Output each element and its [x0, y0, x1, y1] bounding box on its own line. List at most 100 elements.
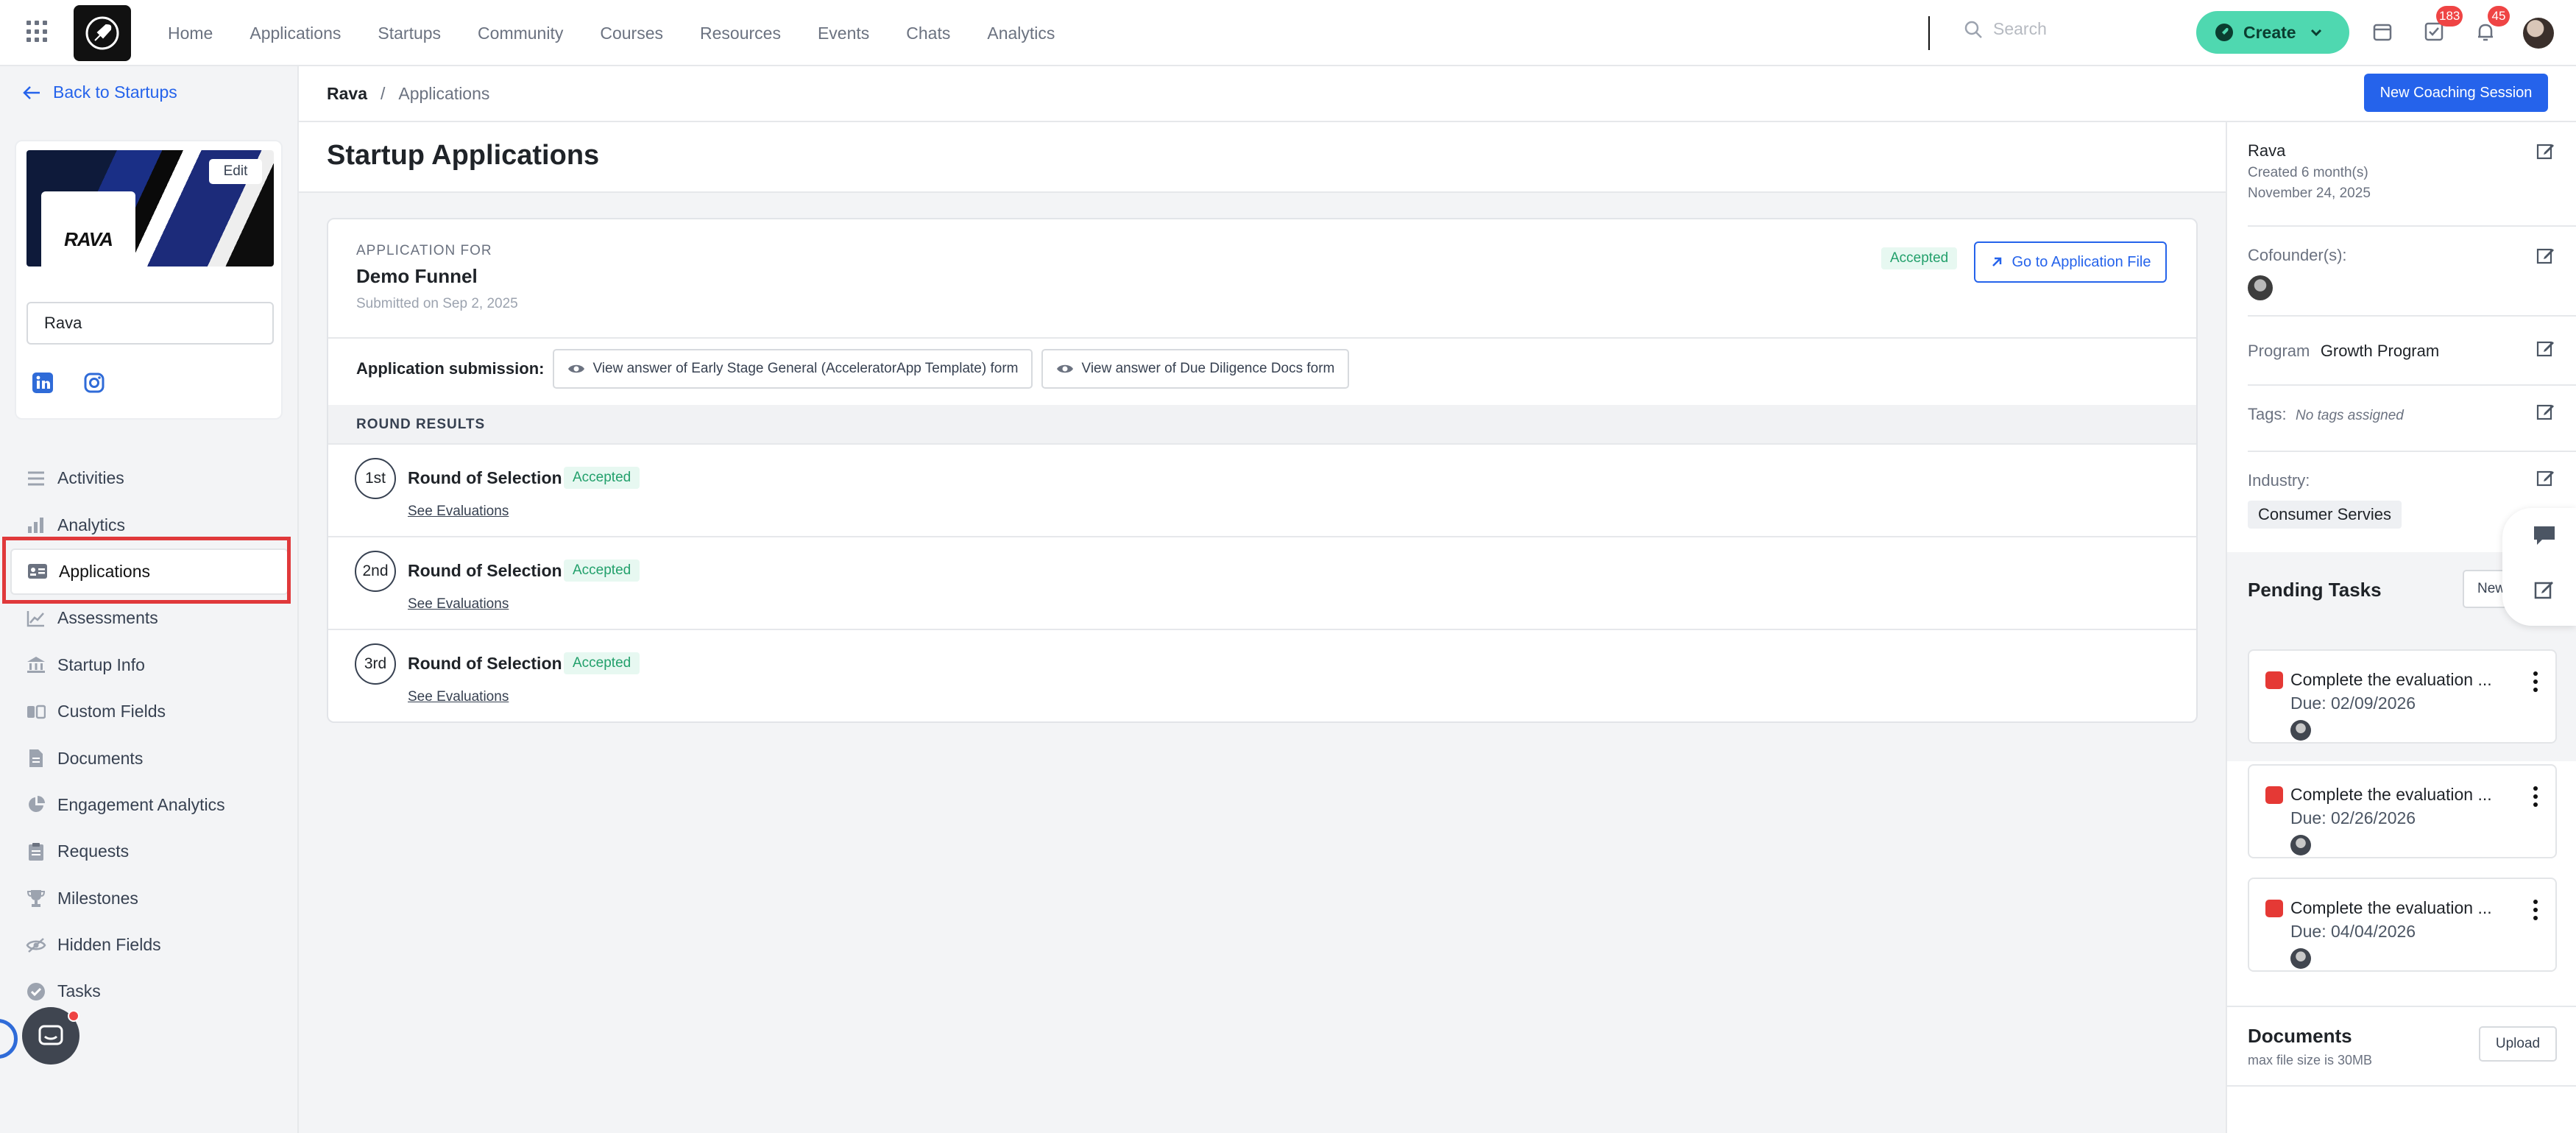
nav-courses[interactable]: Courses	[600, 24, 663, 43]
nav-divider	[1928, 16, 1930, 50]
nav-community[interactable]: Community	[478, 24, 563, 43]
edit-icon[interactable]	[2536, 246, 2555, 265]
external-arrow-icon	[1992, 257, 2001, 267]
sidebar-item-custom-fields[interactable]: Custom Fields	[0, 688, 299, 735]
edit-icon[interactable]	[2536, 339, 2555, 358]
search-placeholder: Search	[1993, 19, 2047, 38]
cofounders-section: Cofounder(s):	[2248, 246, 2572, 300]
task-title: Complete the evaluation ...	[2290, 898, 2492, 917]
sidebar-item-documents[interactable]: Documents	[0, 735, 299, 781]
startup-name: Rava	[2248, 141, 2286, 160]
app-logo[interactable]	[74, 5, 131, 61]
eye-icon	[1057, 364, 1074, 373]
nav-startups[interactable]: Startups	[378, 24, 441, 43]
round-row: 3rd Round of Selection Accepted See Eval…	[328, 629, 2196, 721]
go-to-application-file-button[interactable]: Go to Application File	[1974, 241, 2167, 283]
tags-section: Tags: No tags assigned	[2248, 405, 2572, 424]
sidebar-item-label: Requests	[57, 841, 130, 861]
goto-label: Go to Application File	[2011, 253, 2151, 270]
back-to-startups-link[interactable]: Back to Startups	[22, 82, 177, 102]
divider	[328, 337, 2196, 339]
breadcrumb: Rava / Applications	[327, 84, 490, 103]
breadcrumb-root[interactable]: Rava	[327, 84, 367, 103]
comment-icon[interactable]	[2532, 524, 2557, 546]
search-input[interactable]: Search	[1964, 19, 2047, 39]
sidebar-item-label: Custom Fields	[57, 702, 166, 721]
task-priority-indicator	[2265, 786, 2283, 804]
view-form-answer-button[interactable]: View answer of Early Stage General (Acce…	[553, 349, 1033, 389]
tasks-icon[interactable]: 183	[2423, 6, 2463, 44]
more-options-icon[interactable]	[2533, 671, 2538, 692]
upload-button[interactable]: Upload	[2479, 1026, 2557, 1062]
task-card[interactable]: Complete the evaluation ... Due: 02/09/2…	[2248, 649, 2557, 744]
linkedin-icon[interactable]	[28, 368, 57, 398]
new-coaching-session-button[interactable]: New Coaching Session	[2364, 74, 2548, 112]
nav-analytics[interactable]: Analytics	[987, 24, 1055, 43]
sidebar-item-hidden-fields[interactable]: Hidden Fields	[0, 922, 299, 968]
sidebar-item-requests[interactable]: Requests	[0, 828, 299, 875]
edit-cover-button[interactable]: Edit	[209, 159, 262, 184]
task-due-date: Due: 02/26/2026	[2290, 808, 2416, 827]
industry-chip: Consumer Servies	[2248, 501, 2402, 529]
create-button[interactable]: Create	[2196, 11, 2349, 54]
list-icon	[25, 467, 47, 490]
round-results-label: ROUND RESULTS	[356, 417, 486, 432]
sidebar-item-engagement-analytics[interactable]: Engagement Analytics	[0, 782, 299, 828]
calendar-icon[interactable]	[2371, 21, 2395, 44]
instagram-icon[interactable]	[79, 368, 109, 398]
application-status-badge: Accepted	[1881, 247, 1958, 269]
edit-icon[interactable]	[2536, 141, 2555, 160]
round-title: Round of Selection	[408, 561, 562, 580]
arrow-left-icon	[23, 85, 40, 99]
startup-details-panel: Rava Created 6 month(s) November 24, 202…	[2226, 122, 2576, 1133]
create-label: Create	[2243, 22, 2296, 42]
sidebar-item-label: Analytics	[57, 515, 126, 534]
cofounder-avatar[interactable]	[2248, 275, 2273, 300]
task-card[interactable]: Complete the evaluation ... Due: 02/26/2…	[2248, 764, 2557, 858]
nav-applications[interactable]: Applications	[250, 24, 341, 43]
edit-icon[interactable]	[2536, 468, 2555, 487]
sidebar-item-startup-info[interactable]: Startup Info	[0, 642, 299, 688]
sidebar-item-activities[interactable]: Activities	[0, 455, 299, 501]
task-card[interactable]: Complete the evaluation ... Due: 04/04/2…	[2248, 878, 2557, 972]
see-evaluations-link[interactable]: See Evaluations	[408, 504, 509, 520]
sidebar-item-label: Documents	[57, 748, 144, 768]
chevron-down-icon	[2310, 29, 2321, 37]
pending-tasks-title: Pending Tasks	[2248, 579, 2382, 601]
edit-icon[interactable]	[2536, 402, 2555, 421]
notifications-badge: 45	[2488, 6, 2510, 27]
round-row: 1st Round of Selection Accepted See Eval…	[328, 443, 2196, 536]
divider	[2248, 384, 2576, 386]
submission-label: Application submission:	[356, 359, 545, 378]
breadcrumb-bar: Rava / Applications New Coaching Session	[299, 66, 2576, 122]
application-program: Demo Funnel	[356, 265, 478, 287]
task-priority-indicator	[2265, 671, 2283, 689]
task-assignee-avatar	[2290, 835, 2311, 855]
see-evaluations-link[interactable]: See Evaluations	[408, 689, 509, 705]
view-form-answer-button[interactable]: View answer of Due Diligence Docs form	[1041, 349, 1350, 389]
tasks-badge: 183	[2436, 6, 2463, 27]
bell-icon[interactable]: 45	[2474, 6, 2510, 44]
apps-grid-icon[interactable]	[26, 21, 49, 43]
task-due-date: Due: 02/09/2026	[2290, 693, 2416, 713]
sidebar-item-milestones[interactable]: Milestones	[0, 875, 299, 922]
startup-name-field[interactable]: Rava	[26, 302, 274, 345]
industry-label: Industry:	[2248, 471, 2310, 490]
task-assignee-avatar	[2290, 948, 2311, 969]
nav-home[interactable]: Home	[168, 24, 213, 43]
top-navbar: Home Applications Startups Community Cou…	[0, 0, 2576, 66]
nav-resources[interactable]: Resources	[700, 24, 781, 43]
nav-events[interactable]: Events	[818, 24, 869, 43]
more-options-icon[interactable]	[2533, 900, 2538, 920]
user-avatar[interactable]	[2523, 18, 2554, 49]
selection-highlight	[2, 537, 291, 604]
round-status-badge: Accepted	[564, 467, 640, 489]
more-options-icon[interactable]	[2533, 786, 2538, 807]
nav-chats[interactable]: Chats	[906, 24, 950, 43]
task-title: Complete the evaluation ...	[2290, 785, 2492, 804]
see-evaluations-link[interactable]: See Evaluations	[408, 596, 509, 613]
edit-note-icon[interactable]	[2533, 579, 2555, 601]
sidebar-item-label: Activities	[57, 468, 124, 488]
round-row: 2nd Round of Selection Accepted See Eval…	[328, 536, 2196, 629]
round-number: 3rd	[355, 643, 396, 685]
